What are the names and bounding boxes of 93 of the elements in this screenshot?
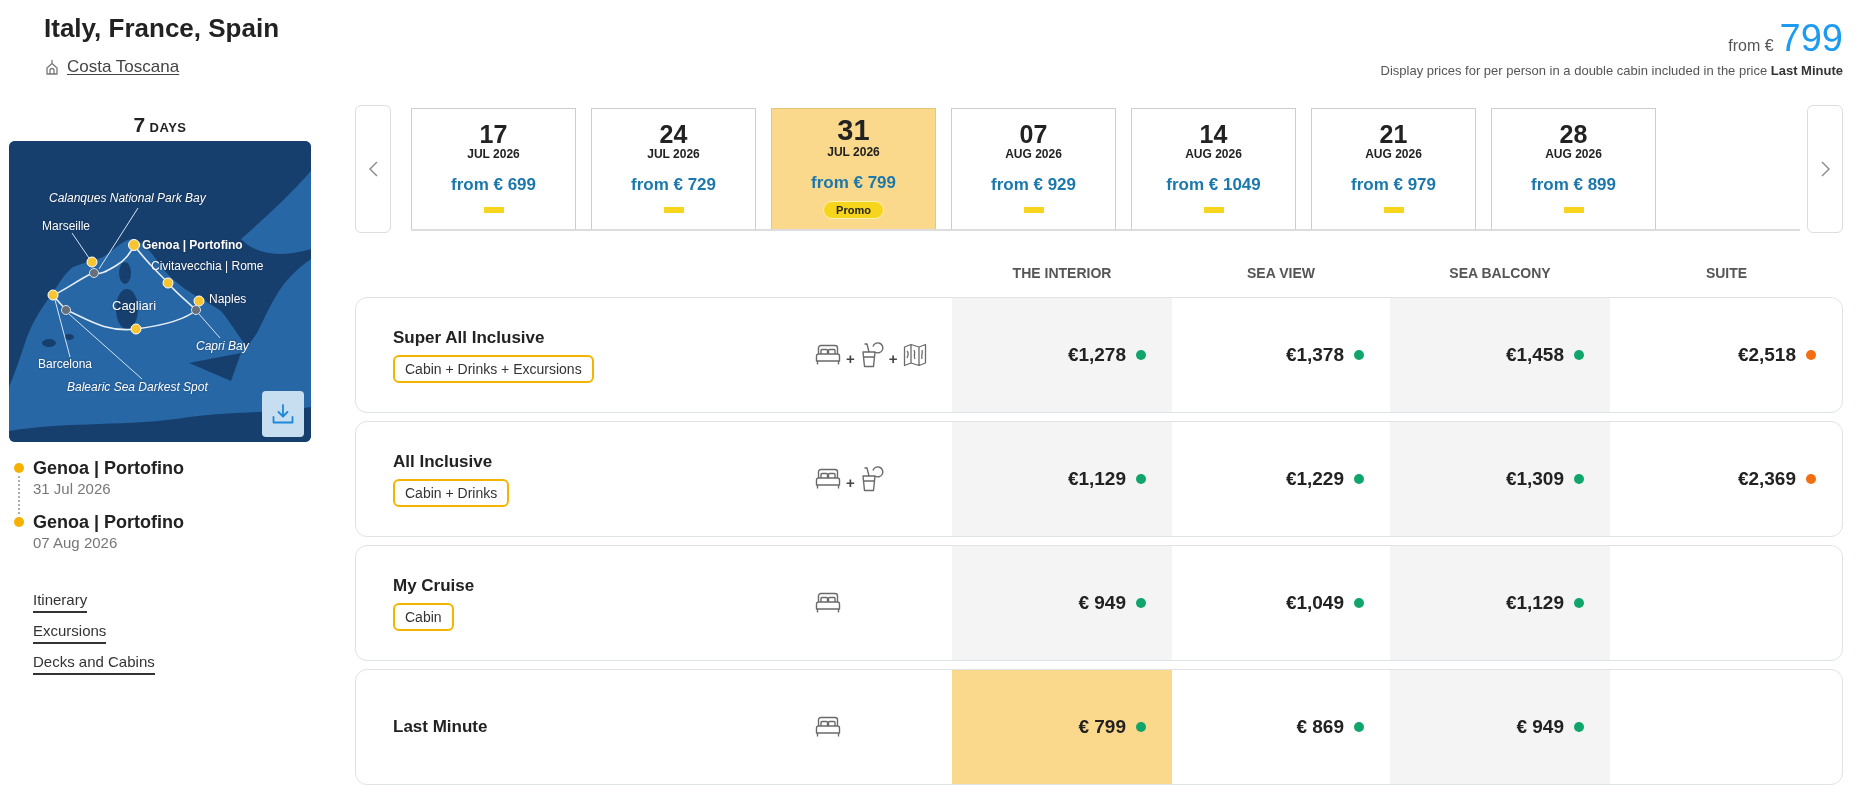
- dash-icon: [1383, 207, 1404, 213]
- price-cell[interactable]: €1,378: [1172, 298, 1390, 412]
- inclusion-tag: Cabin + Drinks + Excursions: [393, 355, 594, 383]
- port-marker-icon: [47, 289, 59, 301]
- lowest-price: 799: [1779, 18, 1843, 58]
- port-marker-icon: [162, 277, 174, 289]
- price-note: Display prices for per person in a double cabin included in the price Last Minute: [1380, 62, 1843, 80]
- drink-icon: [859, 466, 884, 492]
- stop-port: Genoa | Portofino: [33, 457, 185, 479]
- stop-dot-icon: [14, 517, 24, 527]
- drink-icon: [859, 342, 884, 368]
- sidebar-link[interactable]: Excursions: [33, 621, 107, 644]
- map-label: Genoa | Portofino: [142, 237, 243, 253]
- date-tab[interactable]: 17 JUL 2026 from € 699: [411, 108, 576, 229]
- map-label: Balearic Sea Darkest Spot: [67, 379, 208, 395]
- column-header: SUITE: [1704, 265, 1749, 281]
- leader-line: [71, 232, 90, 259]
- fare-name: Last Minute: [393, 716, 488, 738]
- map-label: Calanques National Park Bay: [49, 190, 206, 206]
- previous-button[interactable]: [355, 105, 391, 233]
- chevron-right-icon: [1820, 161, 1830, 177]
- date-tab[interactable]: 24 JUL 2026 from € 729: [591, 108, 756, 229]
- price-cell[interactable]: € 949: [952, 546, 1172, 660]
- price-cell[interactable]: €1,049: [1172, 546, 1390, 660]
- dash-icon: [483, 207, 504, 213]
- map-label: Cagliari: [112, 298, 157, 314]
- port-marker-icon: [128, 239, 140, 251]
- date-tab[interactable]: 31 JUL 2026 from € 799 Promo: [771, 108, 936, 229]
- fare-name: My Cruise: [393, 575, 475, 597]
- next-button[interactable]: [1807, 105, 1843, 233]
- dash-icon: [1563, 207, 1584, 213]
- download-button[interactable]: [262, 391, 304, 437]
- duration-label: 7 DAYS: [132, 112, 188, 138]
- dash-icon: [1203, 207, 1224, 213]
- inclusion-tag: Cabin: [393, 603, 454, 631]
- price-cell[interactable]: € 799: [952, 670, 1172, 784]
- building-icon: [44, 59, 60, 75]
- stop-marker-icon: [61, 305, 71, 315]
- plus-sign: +: [846, 349, 855, 367]
- plus-sign: +: [846, 473, 855, 491]
- port-marker-icon: [193, 295, 205, 307]
- stop-marker-icon: [191, 305, 201, 315]
- column-header: THE INTERIOR: [1011, 265, 1113, 281]
- leader-line: [98, 207, 139, 270]
- trip-title: Italy, France, Spain: [44, 12, 280, 44]
- price-cell[interactable]: €2,518: [1610, 298, 1842, 412]
- stop-date: 31 Jul 2026: [33, 479, 112, 499]
- date-tab[interactable]: 28 AUG 2026 from € 899: [1491, 108, 1656, 229]
- bed-icon: [815, 592, 841, 614]
- inclusion-tag: Cabin + Drinks: [393, 479, 510, 507]
- stop-port: Genoa | Portofino: [33, 511, 185, 533]
- price-cell[interactable]: €2,369: [1610, 422, 1842, 536]
- dash-icon: [1023, 207, 1044, 213]
- map-label: Civitavecchia | Rome: [151, 258, 264, 274]
- leader-line: [198, 313, 221, 339]
- download-icon: [272, 404, 294, 424]
- stop-marker-icon: [89, 268, 99, 278]
- fare-name: Super All Inclusive: [393, 327, 545, 349]
- price-cell[interactable]: € 949: [1390, 670, 1610, 784]
- dash-icon: [663, 207, 684, 213]
- bed-icon: [815, 344, 841, 366]
- map-label: Marseille: [42, 218, 90, 234]
- map-label: Barcelona: [38, 356, 93, 372]
- promo-badge: Promo: [823, 201, 884, 219]
- column-header: SEA VIEW: [1246, 265, 1316, 281]
- map-label: Capri Bay: [196, 338, 249, 354]
- fare-name: All Inclusive: [393, 451, 493, 473]
- map-label: Naples: [209, 291, 247, 307]
- port-marker-icon: [86, 256, 98, 268]
- stop-date: 07 Aug 2026: [33, 533, 119, 553]
- timeline-line: [18, 476, 20, 514]
- sidebar-link[interactable]: Decks and Cabins: [33, 652, 155, 675]
- bed-icon: [815, 716, 841, 738]
- date-tab[interactable]: 07 AUG 2026 from € 929: [951, 108, 1116, 229]
- chevron-left-icon: [368, 161, 378, 177]
- column-header: SEA BALCONY: [1448, 265, 1552, 281]
- map-icon: [902, 343, 927, 367]
- price-cell[interactable]: €1,229: [1172, 422, 1390, 536]
- sidebar-link[interactable]: Itinerary: [33, 590, 88, 613]
- date-tab[interactable]: 14 AUG 2026 from € 1049: [1131, 108, 1296, 229]
- stop-dot-icon: [14, 463, 24, 473]
- port-marker-icon: [130, 323, 142, 335]
- plus-sign: +: [888, 349, 898, 367]
- bed-icon: [815, 468, 841, 490]
- price-cell[interactable]: € 869: [1172, 670, 1390, 784]
- date-tab[interactable]: 21 AUG 2026 from € 979: [1311, 108, 1476, 229]
- ship-link[interactable]: Costa Toscana: [44, 56, 180, 78]
- price-cell[interactable]: €1,278: [952, 298, 1172, 412]
- price-cell[interactable]: €1,129: [952, 422, 1172, 536]
- price-cell[interactable]: €1,458: [1390, 298, 1610, 412]
- price-prefix: from €: [1728, 37, 1774, 55]
- price-cell[interactable]: €1,309: [1390, 422, 1610, 536]
- price-cell[interactable]: €1,129: [1390, 546, 1610, 660]
